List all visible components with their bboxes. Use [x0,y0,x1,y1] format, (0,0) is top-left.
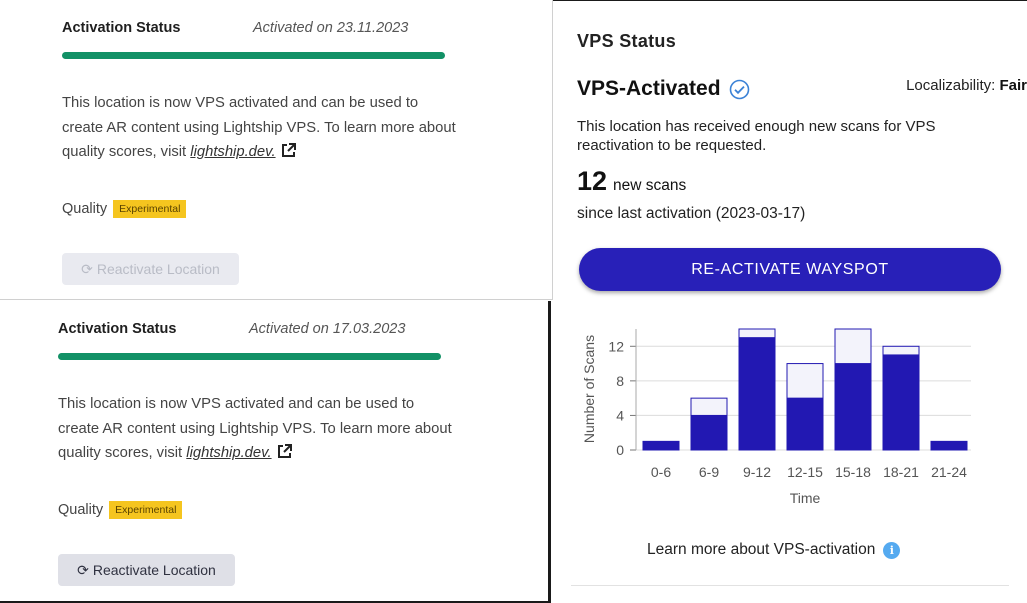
quality-row: Quality Experimental [58,501,183,519]
check-circle-icon [729,79,749,99]
activation-status-title: Activation Status [58,321,177,337]
x-tick-label: 18-21 [883,464,919,480]
bar-segment-scans [930,440,968,451]
vps-activated-label: VPS-Activated [577,77,721,100]
activation-description: This location is now VPS activated and c… [58,392,458,469]
bar-segment-new-scans [786,363,824,399]
bar-segment-scans [834,363,872,451]
bar-segment-scans [690,414,728,451]
activation-status-card-1: Activation Status Activated on 23.11.202… [0,0,553,300]
localizability-label: Localizability: [906,77,996,94]
external-link-icon[interactable] [280,142,297,168]
quality-label: Quality [58,502,104,518]
activation-status-title: Activation Status [62,20,181,36]
activation-description: This location is now VPS activated and c… [62,91,462,168]
learn-more-label[interactable]: Learn more about VPS-activation [647,541,875,559]
bar-segment-scans [786,397,824,451]
activation-progress-bar [62,52,445,59]
scans-chart: 0 4 8 12 0-6 6-9 9-12 12-15 15-18 18-21 21-24 Time N… [581,328,971,506]
divider [571,585,1009,586]
bar-segment-scans [738,337,776,451]
lightship-link[interactable]: lightship.dev. [190,144,275,160]
x-tick-label: 15-18 [835,464,871,480]
x-tick-label: 9-12 [743,464,771,480]
y-tick-label: 12 [608,338,624,354]
reactivate-location-label: Reactivate Location [96,261,220,277]
y-tick-label: 8 [616,373,624,389]
bar-segment-new-scans [882,345,920,356]
lightship-link[interactable]: lightship.dev. [186,445,271,461]
experimental-badge: Experimental [113,200,187,218]
x-tick-label: 21-24 [931,464,967,480]
bar-segment-scans [882,354,920,451]
vps-status-heading: VPS Status [577,31,677,51]
reactivate-wayspot-button[interactable]: RE-ACTIVATE WAYSPOT [579,248,1001,291]
bar-segment-new-scans [834,328,872,365]
x-tick-label: 0-6 [651,464,671,480]
x-tick-label: 6-9 [699,464,719,480]
y-axis-label: Number of Scans [581,335,597,443]
vps-status-panel: VPS Status VPS-Activated Localizability:… [553,0,1027,603]
y-tick-label: 0 [616,442,624,458]
external-link-icon[interactable] [276,443,293,469]
reactivate-location-label: Reactivate Location [92,562,216,578]
bar-segment-scans [642,440,680,451]
activation-date: Activated on 23.11.2023 [253,20,409,36]
localizability-value: Fair [999,77,1027,94]
vps-activated-title: VPS-Activated [577,77,750,101]
x-axis-label: Time [790,490,821,506]
learn-more-link[interactable]: Learn more about VPS-activation i [647,541,901,559]
bar-segment-new-scans [690,397,728,416]
localizability: Localizability: Fair [906,77,1027,94]
y-tick-label: 4 [616,407,624,423]
since-last-activation: since last activation (2023-03-17) [577,205,806,222]
scan-number: 12 [577,166,608,196]
activation-status-card-2: Activation Status Activated on 17.03.202… [0,301,551,603]
quality-label: Quality [62,201,108,217]
x-tick-label: 12-15 [787,464,823,480]
scan-label: new scans [613,177,687,194]
reactivate-location-button[interactable]: ⟳ Reactivate Location [58,554,235,586]
info-icon[interactable]: i [883,541,901,559]
bar-segment-new-scans [738,328,776,339]
quality-row: Quality Experimental [62,200,187,218]
vps-description: This location has received enough new sc… [577,118,936,154]
refresh-icon: ⟳ [77,561,89,578]
activation-date: Activated on 17.03.2023 [249,321,406,337]
refresh-icon: ⟳ [81,260,93,277]
new-scans-count: 12 new scans [577,166,686,197]
experimental-badge: Experimental [109,501,183,519]
reactivate-location-button[interactable]: ⟳ Reactivate Location [62,253,239,285]
activation-progress-bar [58,353,441,360]
